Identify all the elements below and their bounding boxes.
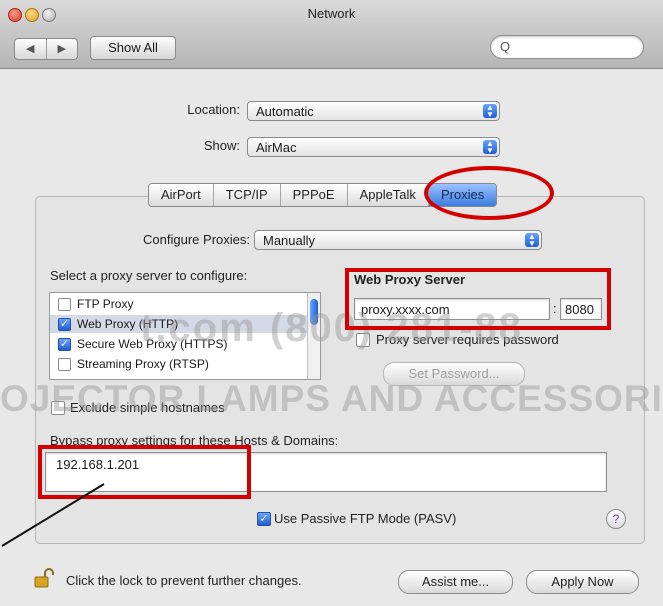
search-field[interactable]: Q bbox=[490, 35, 644, 59]
tab-pppoe[interactable]: PPPoE bbox=[281, 184, 348, 206]
location-value: Automatic bbox=[256, 104, 314, 119]
apply-now-button[interactable]: Apply Now bbox=[526, 570, 639, 594]
help-button[interactable]: ? bbox=[606, 509, 626, 529]
show-value: AirMac bbox=[256, 140, 297, 155]
show-label: Show: bbox=[203, 138, 240, 153]
back-forward-control: ◀ ▶ bbox=[14, 38, 78, 60]
location-popup[interactable]: Automatic ▲ ▼ bbox=[247, 101, 500, 121]
passive-ftp-label: Use Passive FTP Mode (PASV) bbox=[274, 511, 457, 526]
title-bar: Network ◀ ▶ Show All Q bbox=[0, 0, 663, 69]
location-label: Location: bbox=[187, 102, 240, 117]
configure-proxies-value: Manually bbox=[263, 233, 316, 248]
select-proxy-label: Select a proxy server to configure: bbox=[50, 268, 248, 283]
lock-text: Click the lock to prevent further change… bbox=[66, 573, 302, 588]
show-popup[interactable]: AirMac ▲ ▼ bbox=[247, 137, 500, 157]
tab-airport[interactable]: AirPort bbox=[149, 184, 214, 206]
watermark-projector: OJECTOR LAMPS AND ACCESSORIES bbox=[0, 378, 663, 419]
show-all-button[interactable]: Show All bbox=[90, 36, 176, 60]
popup-arrows-icon: ▲ ▼ bbox=[483, 104, 497, 119]
back-button[interactable]: ◀ bbox=[15, 39, 46, 59]
tab-appletalk[interactable]: AppleTalk bbox=[348, 184, 429, 206]
window-title: Network bbox=[307, 6, 356, 21]
callout-line bbox=[1, 483, 105, 547]
forward-button[interactable]: ▶ bbox=[45, 39, 78, 59]
configure-proxies-label: Configure Proxies: bbox=[143, 232, 250, 247]
popup-arrows-icon: ▲ ▼ bbox=[525, 233, 539, 248]
checkbox-streaming-proxy[interactable] bbox=[58, 358, 71, 371]
configure-proxies-popup[interactable]: Manually ▲ ▼ bbox=[254, 230, 542, 250]
list-item-label: Streaming Proxy (RTSP) bbox=[77, 357, 209, 371]
popup-arrows-icon: ▲ ▼ bbox=[483, 140, 497, 155]
magnifier-icon: Q bbox=[500, 39, 511, 54]
web-proxy-highlight bbox=[345, 268, 611, 330]
passive-ftp-checkbox[interactable]: ✓ bbox=[257, 512, 271, 526]
network-preferences-window: Network ◀ ▶ Show All Q Location: Automat… bbox=[0, 0, 663, 606]
assist-me-button[interactable]: Assist me... bbox=[398, 570, 513, 594]
tab-tcp-ip[interactable]: TCP/IP bbox=[214, 184, 281, 206]
proxies-tab-highlight bbox=[424, 166, 554, 220]
list-item[interactable]: Streaming Proxy (RTSP) bbox=[50, 355, 308, 373]
unlocked-lock-icon[interactable] bbox=[34, 568, 54, 588]
